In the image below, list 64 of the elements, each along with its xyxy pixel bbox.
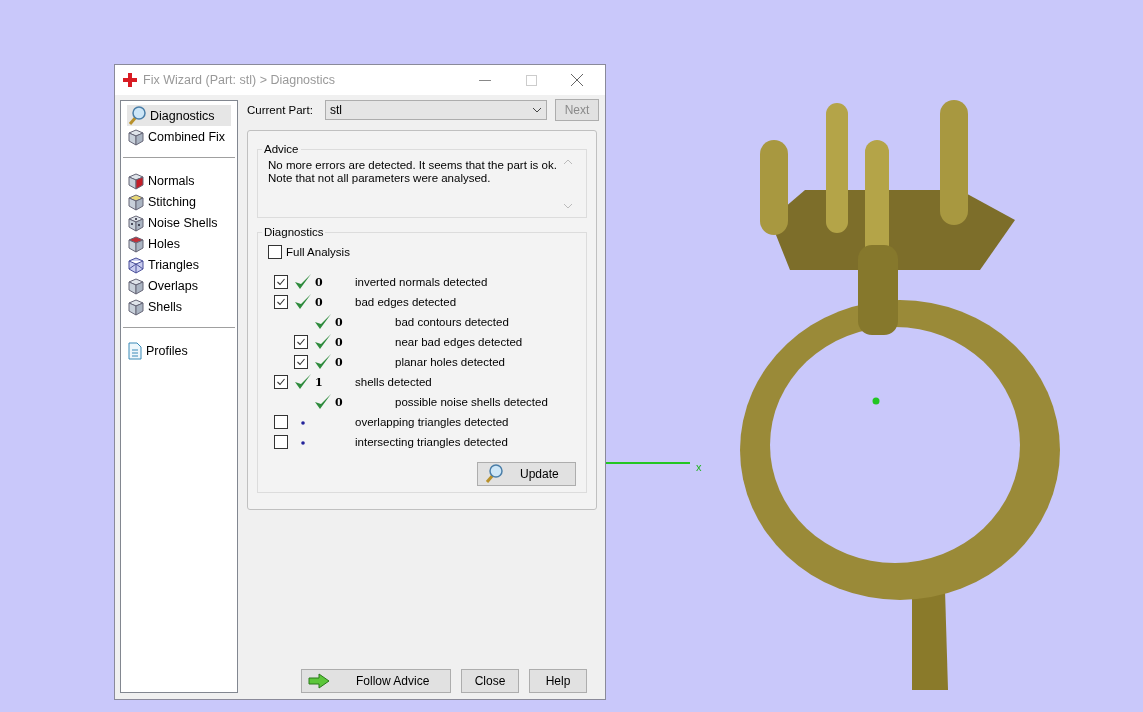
count-text: 0	[335, 395, 344, 409]
sidebar-item[interactable]: Profiles	[127, 340, 231, 361]
field-label: Current Part:	[247, 104, 314, 116]
window-title: Fix Wizard (Part: stl) > Diagnostics	[143, 73, 337, 87]
checkbox[interactable]	[274, 295, 288, 309]
cube-icon	[127, 192, 145, 211]
diagnostic-label: overlapping triangles detected	[355, 416, 509, 428]
magnifier-icon	[484, 464, 504, 484]
cross-icon	[123, 73, 137, 87]
sidebar-item[interactable]: Noise Shells	[127, 212, 231, 233]
sidebar-item[interactable]: Shells	[127, 296, 231, 317]
diagnostic-label: bad edges detected	[355, 296, 457, 308]
sidebar-item[interactable]: Combined Fix	[127, 126, 231, 147]
checkbox[interactable]	[294, 355, 308, 369]
count-text: 0	[315, 275, 324, 289]
count-text: 1	[315, 375, 324, 389]
checkbox[interactable]	[294, 335, 308, 349]
dialog-button[interactable]: Help	[529, 669, 587, 693]
update-button[interactable]: Update	[477, 462, 576, 486]
cube-icon	[127, 171, 145, 190]
minimize-icon[interactable]	[479, 79, 491, 81]
cube-icon	[127, 127, 145, 146]
diagnostic-label: bad contours detected	[395, 316, 509, 328]
checkbox[interactable]	[274, 435, 288, 449]
checkbox[interactable]	[268, 245, 282, 259]
count-text: 0	[335, 355, 344, 369]
diagnostic-label: planar holes detected	[395, 356, 505, 368]
cube-icon	[127, 297, 145, 316]
dice-icon	[127, 213, 145, 232]
checkbox[interactable]	[274, 275, 288, 289]
diagnostic-label: possible noise shells detected	[395, 396, 548, 408]
wireframe-cube-icon	[127, 255, 145, 274]
diagnostic-label: shells detected	[355, 376, 432, 388]
follow-advice-button[interactable]: Follow Advice	[301, 669, 451, 693]
diagnostic-label: intersecting triangles detected	[355, 436, 508, 448]
sidebar-item[interactable]: Normals	[127, 170, 231, 191]
checkbox[interactable]	[274, 375, 288, 389]
count-text: 0	[335, 315, 344, 329]
sidebar-item[interactable]: Overlaps	[127, 275, 231, 296]
chevron-icon	[532, 107, 542, 113]
dot-icon	[301, 421, 305, 425]
close-icon[interactable]	[571, 74, 583, 86]
arrow-icon	[308, 673, 330, 689]
count-text: 0	[335, 335, 344, 349]
advice-text: No more errors are detected. It seems that the part is ok. Note that not all parameters were analysed.	[268, 159, 558, 186]
checkbox-label: Full Analysis	[286, 246, 350, 258]
checkbox[interactable]	[274, 415, 288, 429]
dialog-button[interactable]: Close	[461, 669, 519, 693]
count-text: 0	[315, 295, 324, 309]
magnifier-icon	[127, 105, 147, 126]
sidebar-item[interactable]: Holes	[127, 233, 231, 254]
sidebar-item[interactable]: Diagnostics	[127, 105, 231, 126]
dot-icon	[301, 441, 305, 445]
group-title: Diagnostics	[263, 226, 325, 238]
part-dropdown[interactable]: stl	[325, 100, 547, 120]
axis-label: x	[696, 461, 702, 473]
cube-icon	[127, 276, 145, 295]
document-icon	[127, 341, 143, 360]
cube-icon	[127, 234, 145, 253]
sidebar-item[interactable]: Stitching	[127, 191, 231, 212]
group-title: Advice	[263, 143, 300, 155]
diagnostic-label: near bad edges detected	[395, 336, 523, 348]
sidebar-item[interactable]: Triangles	[127, 254, 231, 275]
diagnostic-label: inverted normals detected	[355, 276, 488, 288]
